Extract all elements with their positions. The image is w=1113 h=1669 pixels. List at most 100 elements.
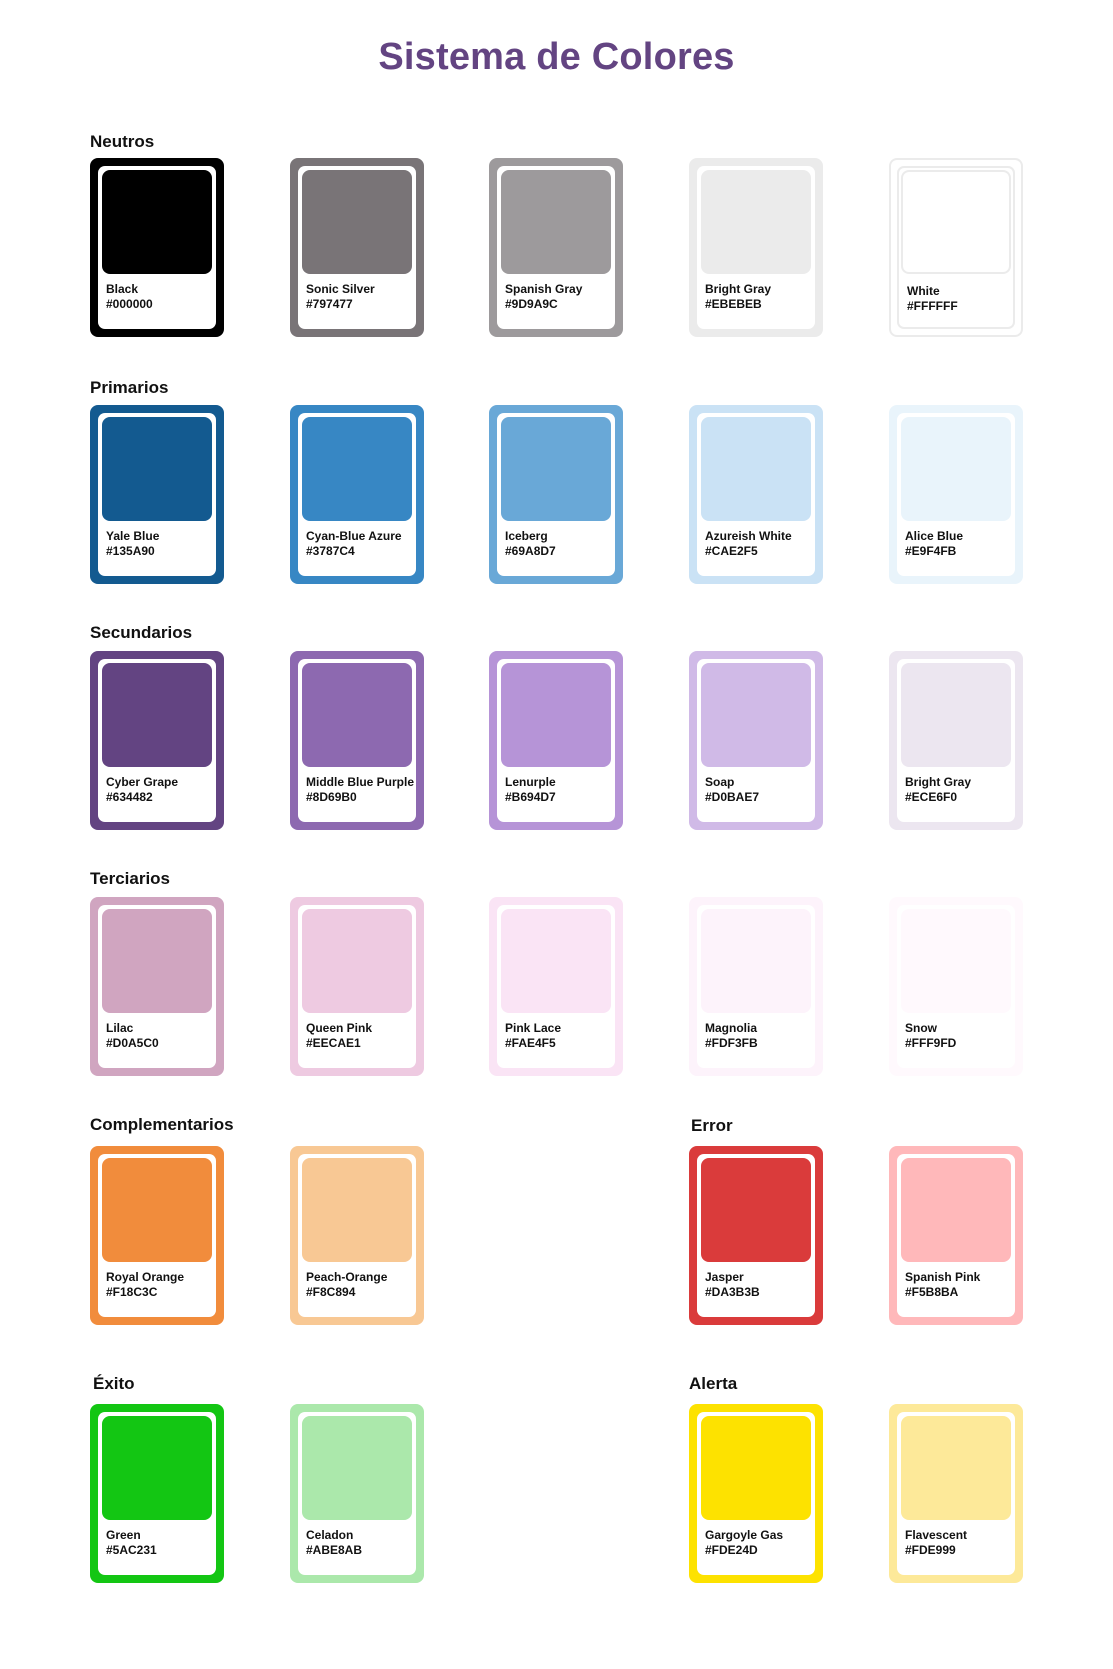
card-inner: Cyber Grape #634482: [98, 659, 216, 822]
color-swatch: [701, 417, 811, 521]
color-name: Jasper: [705, 1270, 744, 1284]
color-hex: #69A8D7: [505, 544, 556, 558]
color-swatch: [302, 909, 412, 1013]
color-swatch: [501, 663, 611, 767]
color-hex: #8D69B0: [306, 790, 357, 804]
color-card: Lenurple #B694D7: [489, 651, 623, 830]
color-card: Celadon #ABE8AB: [290, 1404, 424, 1583]
color-card: Alice Blue #E9F4FB: [889, 405, 1023, 584]
color-name: Alice Blue: [905, 529, 964, 543]
color-name: Peach-Orange: [306, 1270, 388, 1284]
color-name: Soap: [705, 775, 735, 789]
color-name: Snow: [905, 1021, 937, 1035]
color-name: Spanish Pink: [905, 1270, 981, 1284]
color-swatch: [102, 663, 212, 767]
color-name: Flavescent: [905, 1528, 968, 1542]
color-swatch: [302, 1416, 412, 1520]
color-card: Snow #FFF9FD: [889, 897, 1023, 1076]
color-name: Cyan-Blue Azure: [306, 529, 402, 543]
color-swatch: [901, 663, 1011, 767]
color-hex: #D0A5C0: [106, 1036, 159, 1050]
color-name: Pink Lace: [505, 1021, 562, 1035]
color-swatch: [901, 1158, 1011, 1262]
color-swatch: [302, 170, 412, 274]
color-card: Yale Blue #135A90: [90, 405, 224, 584]
color-card: Spanish Gray #9D9A9C: [489, 158, 623, 337]
color-hex: #F18C3C: [106, 1285, 158, 1299]
section-label-secundarios: Secundarios: [90, 623, 193, 642]
card-inner: Lenurple #B694D7: [497, 659, 615, 822]
color-name: Spanish Gray: [505, 282, 583, 296]
color-name: White: [907, 284, 940, 298]
color-card: Pink Lace #FAE4F5: [489, 897, 623, 1076]
color-swatch: [901, 1416, 1011, 1520]
color-hex: #3787C4: [306, 544, 355, 558]
card-inner: Spanish Pink #F5B8BA: [897, 1154, 1015, 1317]
color-hex: #DA3B3B: [705, 1285, 760, 1299]
card-inner: Pink Lace #FAE4F5: [497, 905, 615, 1068]
color-card: Middle Blue Purple #8D69B0: [290, 651, 424, 830]
color-hex: #9D9A9C: [505, 297, 558, 311]
color-card: Bright Gray #EBEBEB: [689, 158, 823, 337]
card-inner: Royal Orange #F18C3C: [98, 1154, 216, 1317]
color-card: Sonic Silver #797477: [290, 158, 424, 337]
color-card: Soap #D0BAE7: [689, 651, 823, 830]
color-name: Celadon: [306, 1528, 354, 1542]
color-hex: #FDE999: [905, 1543, 956, 1557]
card-inner: Queen Pink #EECAE1: [298, 905, 416, 1068]
card-inner: Yale Blue #135A90: [98, 413, 216, 576]
color-hex: #EECAE1: [306, 1036, 361, 1050]
color-card: White #FFFFFF: [889, 158, 1023, 337]
card-inner: Magnolia #FDF3FB: [697, 905, 815, 1068]
color-name: Queen Pink: [306, 1021, 373, 1035]
color-swatch: [102, 909, 212, 1013]
card-inner: Middle Blue Purple #8D69B0: [298, 659, 416, 822]
color-hex: #634482: [106, 790, 153, 804]
section-label-error: Error: [691, 1116, 733, 1135]
section-label-exito: Éxito: [93, 1374, 135, 1393]
color-hex: #E9F4FB: [905, 544, 957, 558]
color-swatch: [102, 1416, 212, 1520]
color-card: Jasper #DA3B3B: [689, 1146, 823, 1325]
color-hex: #F8C894: [306, 1285, 356, 1299]
color-hex: #ECE6F0: [905, 790, 958, 804]
card-inner: Bright Gray #EBEBEB: [697, 166, 815, 329]
color-name: Azureish White: [705, 529, 792, 543]
card-inner: Azureish White #CAE2F5: [697, 413, 815, 576]
color-hex: #D0BAE7: [705, 790, 760, 804]
color-name: Bright Gray: [705, 282, 772, 296]
color-card: Royal Orange #F18C3C: [90, 1146, 224, 1325]
card-inner: Soap #D0BAE7: [697, 659, 815, 822]
color-swatch: [901, 417, 1011, 521]
section-label-primarios: Primarios: [90, 378, 169, 397]
color-swatch: [102, 1158, 212, 1262]
color-swatch: [501, 417, 611, 521]
color-card: Iceberg #69A8D7: [489, 405, 623, 584]
color-hex: #135A90: [106, 544, 155, 558]
color-card: Spanish Pink #F5B8BA: [889, 1146, 1023, 1325]
color-hex: #F5B8BA: [905, 1285, 959, 1299]
color-name: Lilac: [106, 1021, 134, 1035]
section-label-terciarios: Terciarios: [90, 869, 171, 888]
color-swatch: [501, 909, 611, 1013]
color-name: Gargoyle Gas: [705, 1528, 784, 1542]
color-swatch: [302, 417, 412, 521]
card-inner: Spanish Gray #9D9A9C: [497, 166, 615, 329]
color-card: Green #5AC231: [90, 1404, 224, 1583]
color-card: Cyan-Blue Azure #3787C4: [290, 405, 424, 584]
card-inner: Flavescent #FDE999: [897, 1412, 1015, 1575]
section-label-alerta: Alerta: [689, 1374, 738, 1393]
color-swatch: [701, 1158, 811, 1262]
section-label-complementarios: Complementarios: [90, 1115, 234, 1134]
card-inner: White #FFFFFF: [897, 166, 1015, 329]
color-card: Cyber Grape #634482: [90, 651, 224, 830]
card-inner: Iceberg #69A8D7: [497, 413, 615, 576]
color-name: Iceberg: [505, 529, 548, 543]
color-hex: #797477: [306, 297, 353, 311]
color-swatch: [701, 170, 811, 274]
color-card: Bright Gray #ECE6F0: [889, 651, 1023, 830]
card-inner: Sonic Silver #797477: [298, 166, 416, 329]
color-swatch: [102, 170, 212, 274]
card-inner: Gargoyle Gas #FDE24D: [697, 1412, 815, 1575]
color-name: Royal Orange: [106, 1270, 185, 1284]
